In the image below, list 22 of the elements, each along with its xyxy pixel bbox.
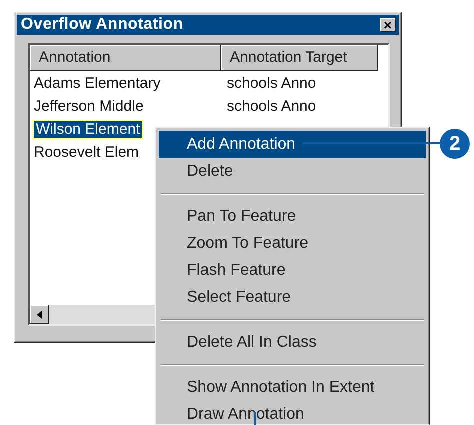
- step-number: 2: [440, 129, 470, 159]
- left-arrow-icon: [37, 310, 42, 318]
- menu-item[interactable]: Show Annotation In Extent: [159, 374, 426, 401]
- table-cell: schools Anno: [227, 98, 316, 116]
- close-button[interactable]: ×: [380, 18, 396, 32]
- scroll-left-button[interactable]: [30, 305, 49, 324]
- menu-item[interactable]: Zoom To Feature: [159, 230, 426, 257]
- column-header[interactable]: Annotation: [30, 45, 221, 71]
- window-title: Overflow Annotation: [21, 17, 184, 33]
- table-cell[interactable]: Jefferson Middle: [34, 98, 144, 116]
- table-cell[interactable]: Roosevelt Elem: [34, 144, 140, 162]
- column-header[interactable]: Annotation Target: [221, 45, 378, 71]
- table-cell[interactable]: Wilson Element: [34, 121, 142, 138]
- table-cell[interactable]: Adams Elementary: [34, 75, 161, 92]
- table-cell: schools Anno: [227, 75, 316, 92]
- menu-item[interactable]: Delete: [159, 158, 426, 185]
- menu-item[interactable]: Add Annotation: [159, 131, 426, 158]
- menu-item[interactable]: Flash Feature: [159, 257, 426, 284]
- menu-item[interactable]: Select Feature: [159, 284, 426, 311]
- menu-item[interactable]: Draw Annotation: [159, 401, 426, 425]
- menu-item[interactable]: Pan To Feature: [159, 203, 426, 230]
- menu-item[interactable]: Delete All In Class: [159, 329, 426, 356]
